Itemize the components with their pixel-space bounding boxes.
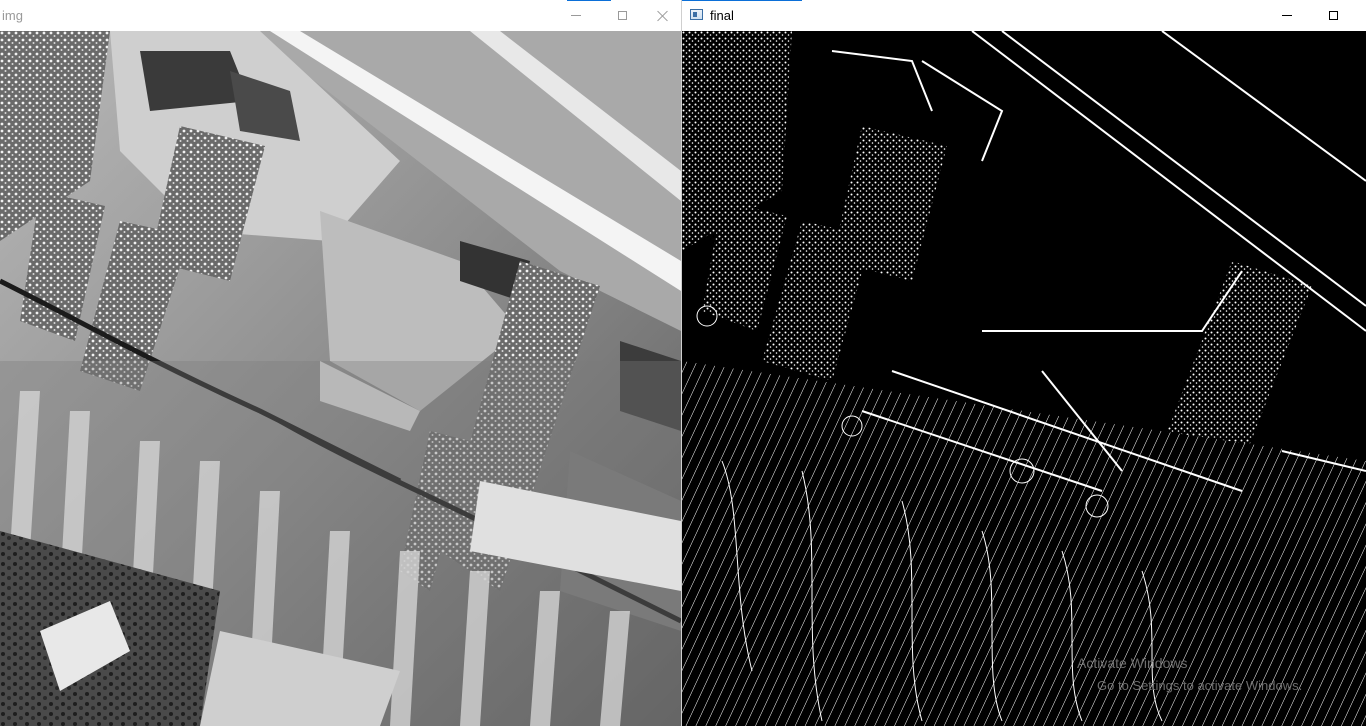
opencv-window-icon [690, 9, 703, 20]
img-close-button[interactable] [645, 0, 681, 31]
maximize-icon [617, 11, 627, 20]
final-minimize-button[interactable] [1264, 0, 1310, 31]
edge-detected-image [682, 31, 1366, 726]
final-canvas: Activate Windows Go to Settings to activ… [682, 31, 1366, 726]
activate-windows-title: Activate Windows [1077, 655, 1188, 671]
final-maximize-button[interactable] [1310, 0, 1356, 31]
final-titlebar[interactable]: final [682, 0, 1366, 31]
img-minimize-button[interactable] [553, 0, 599, 31]
img-window-title: img [2, 8, 23, 23]
titlebar-accent-line [682, 0, 802, 1]
activate-windows-subtitle: Go to Settings to activate Windows. [1097, 678, 1303, 693]
maximize-icon [1328, 11, 1338, 20]
img-canvas [0, 31, 681, 726]
minimize-icon [1282, 15, 1292, 16]
img-maximize-button[interactable] [599, 0, 645, 31]
close-icon [657, 10, 669, 22]
final-window: final Activate Windows Go to Settings to… [682, 0, 1366, 726]
final-window-title: final [710, 8, 734, 23]
img-window: img [0, 0, 682, 726]
grayscale-mall-image [0, 31, 681, 726]
minimize-icon [571, 15, 581, 16]
img-titlebar[interactable]: img [0, 0, 681, 31]
